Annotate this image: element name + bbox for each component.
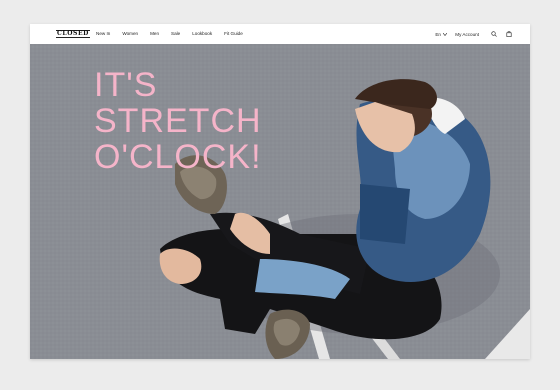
menu-item-lookbook[interactable]: Lookbook xyxy=(192,31,212,36)
search-icon[interactable] xyxy=(491,31,497,37)
menu-item-women[interactable]: Women xyxy=(122,31,138,36)
top-navigation: CLOSED New In Women Men Sale Lookbook Fi… xyxy=(30,24,530,44)
hero-headline: IT'S STRETCH O'CLOCK! xyxy=(94,67,262,175)
hero-banner[interactable]: IT'S STRETCH O'CLOCK! xyxy=(30,44,530,359)
headline-line: IT'S xyxy=(94,66,158,104)
language-selector[interactable]: En xyxy=(435,31,448,37)
language-label: En xyxy=(435,31,441,37)
main-menu: New In Women Men Sale Lookbook Fit Guide xyxy=(96,31,255,36)
menu-item-new-in[interactable]: New In xyxy=(96,31,110,36)
menu-item-sale[interactable]: Sale xyxy=(171,31,180,36)
browser-page: CLOSED New In Women Men Sale Lookbook Fi… xyxy=(30,24,530,359)
closed-logo[interactable]: CLOSED xyxy=(56,30,90,38)
headline-line: O'CLOCK! xyxy=(94,138,262,176)
headline-line: STRETCH xyxy=(94,102,262,140)
my-account-link[interactable]: My Account xyxy=(455,32,479,37)
menu-item-men[interactable]: Men xyxy=(150,31,159,36)
menu-item-fit-guide[interactable]: Fit Guide xyxy=(224,31,243,36)
bag-icon[interactable] xyxy=(506,31,512,37)
chevron-down-icon xyxy=(443,32,448,36)
nav-utilities: En My Account xyxy=(435,31,512,37)
